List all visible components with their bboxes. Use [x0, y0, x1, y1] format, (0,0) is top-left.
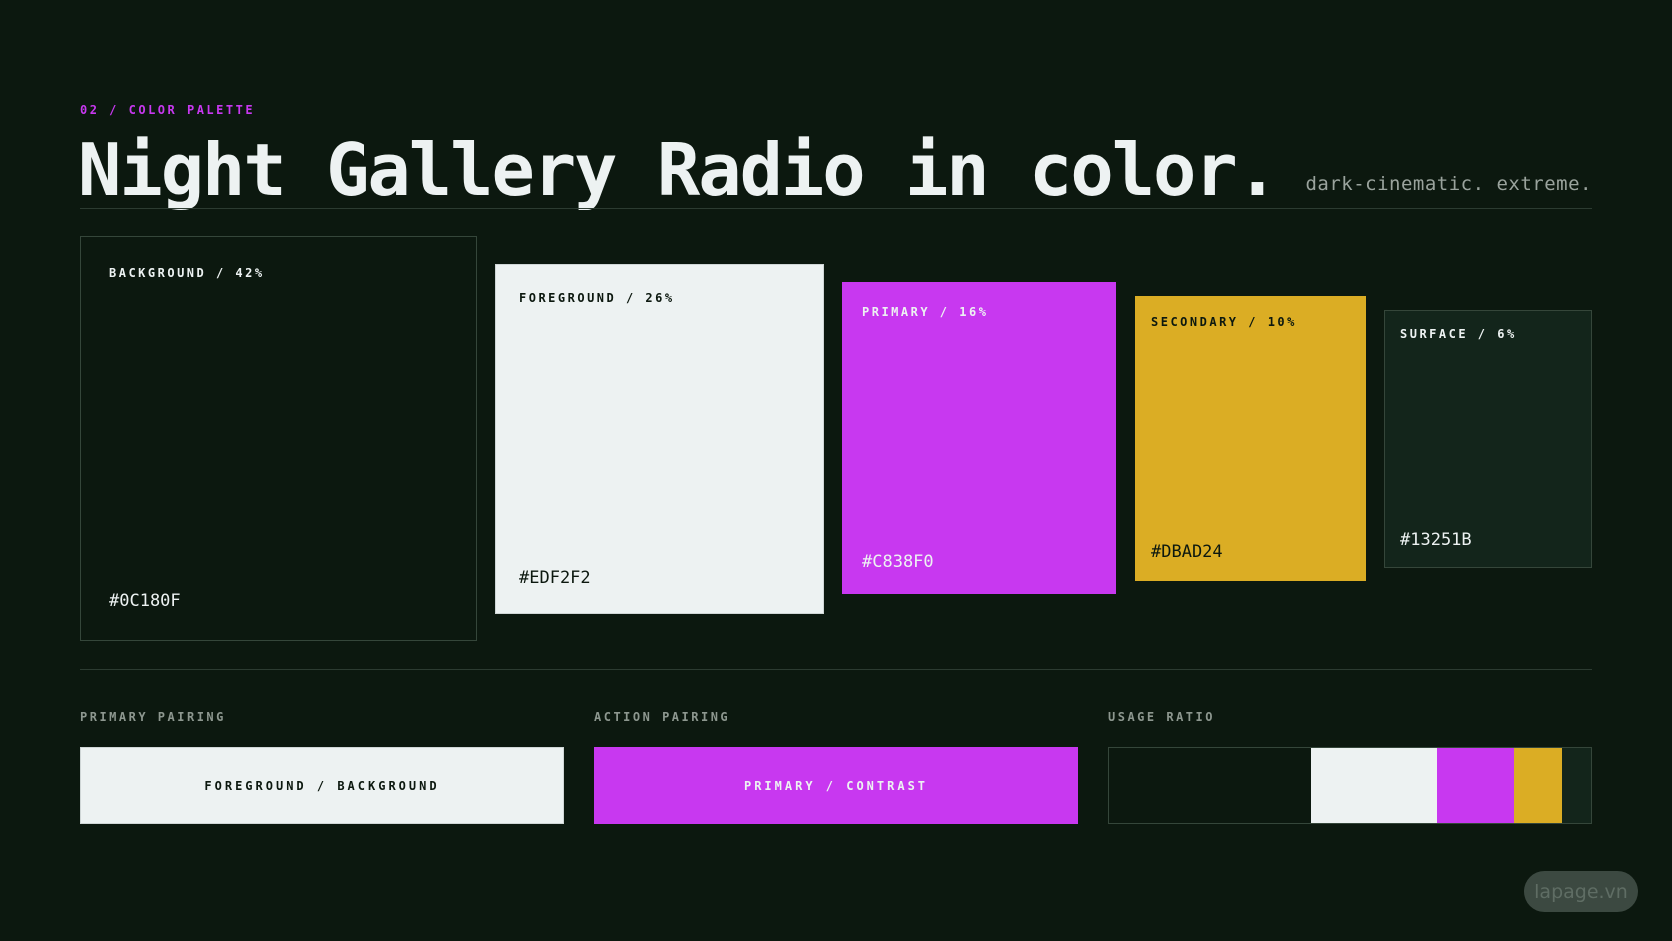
swatch-hex: #DBAD24 [1151, 542, 1223, 562]
usage-ratio-label: USAGE RATIO [1108, 710, 1215, 724]
section-divider [80, 669, 1592, 670]
swatch-label: SECONDARY / 10% [1151, 315, 1297, 329]
tagline: dark-cinematic. extreme. [1305, 173, 1592, 195]
swatch-label: PRIMARY / 16% [862, 305, 989, 319]
swatch-label: FOREGROUND / 26% [519, 291, 675, 305]
swatch-label: BACKGROUND / 42% [109, 266, 265, 280]
usage-ratio-segment [1311, 748, 1437, 823]
usage-ratio-bar [1108, 747, 1592, 824]
primary-pairing-label: PRIMARY PAIRING [80, 710, 226, 724]
swatch-surface: SURFACE / 6% #13251B [1384, 310, 1592, 568]
color-palette-slide: 02 / COLOR PALETTE Night Gallery Radio i… [0, 0, 1672, 941]
usage-ratio-segment [1109, 748, 1312, 823]
action-pairing-label: ACTION PAIRING [594, 710, 731, 724]
header-divider [80, 208, 1592, 209]
swatch-label: SURFACE / 6% [1400, 327, 1517, 341]
usage-ratio-segment [1513, 748, 1563, 823]
swatch-foreground: FOREGROUND / 26% #EDF2F2 [495, 264, 824, 614]
page-title: Night Gallery Radio in color. [78, 128, 1279, 212]
action-pairing-sample: PRIMARY / CONTRAST [594, 747, 1078, 824]
swatch-background: BACKGROUND / 42% #0C180F [80, 236, 477, 641]
swatch-hex: #EDF2F2 [519, 568, 591, 588]
swatch-hex: #13251B [1400, 530, 1472, 550]
primary-pairing-sample: FOREGROUND / BACKGROUND [80, 747, 564, 824]
swatch-hex: #0C180F [109, 591, 181, 611]
swatch-hex: #C838F0 [862, 552, 934, 572]
usage-ratio-segment [1562, 748, 1591, 823]
section-eyebrow: 02 / COLOR PALETTE [80, 103, 256, 117]
swatch-primary: PRIMARY / 16% #C838F0 [842, 282, 1116, 594]
watermark-badge: lapage.vn [1524, 871, 1638, 912]
swatch-secondary: SECONDARY / 10% #DBAD24 [1135, 296, 1366, 581]
usage-ratio-segment [1436, 748, 1514, 823]
